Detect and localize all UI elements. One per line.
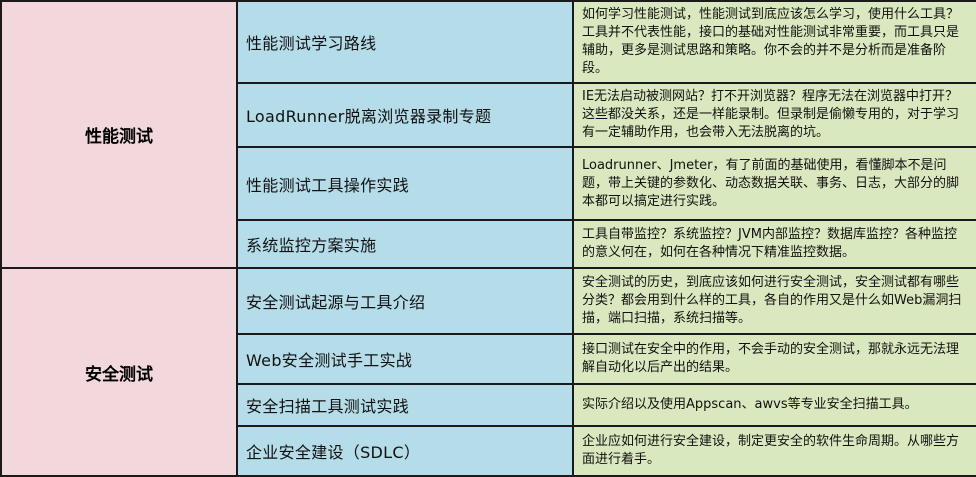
description-cell: 如何学习性能测试，性能测试到底应该怎么学习，使用什么工具？工具并不代表性能，接口…: [572, 0, 976, 84]
topic-cell: 性能测试工具操作实践: [236, 146, 574, 221]
description-cell: IE无法启动被测网站？打不开浏览器？程序无法在浏览器中打开？这些都没关系，还是一…: [572, 82, 976, 148]
course-outline-table: 性能测试 性能测试学习路线 如何学习性能测试，性能测试到底应该怎么学习，使用什么…: [0, 0, 976, 477]
topic-cell: 安全测试起源与工具介绍: [236, 267, 574, 335]
description-cell: Loadrunner、Jmeter，有了前面的基础使用，看懂脚本不是问题，带上关…: [572, 146, 976, 221]
description-cell: 工具自带监控？系统监控？JVM内部监控？数据库监控？各种监控的意义何在，如何在各…: [572, 219, 976, 269]
table-row: 性能测试 性能测试学习路线 如何学习性能测试，性能测试到底应该怎么学习，使用什么…: [0, 0, 976, 269]
topic-cell: 安全扫描工具测试实践: [236, 383, 574, 427]
topic-cell: 系统监控方案实施: [236, 219, 574, 269]
description-cell: 企业应如何进行安全建设，制定更安全的软件生命周期。从哪些方面进行着手。: [572, 425, 976, 477]
description-cell: 实际介绍以及使用Appscan、awvs等专业安全扫描工具。: [572, 383, 976, 427]
description-cell: 安全测试的历史，到底应该如何进行安全测试，安全测试都有哪些分类？都会用到什么样的…: [572, 267, 976, 335]
table-row: 安全测试 安全测试起源与工具介绍 安全测试的历史，到底应该如何进行安全测试，安全…: [0, 267, 976, 477]
topic-cell: 性能测试学习路线: [236, 0, 574, 84]
category-security-testing: 安全测试: [0, 267, 238, 477]
topic-cell: LoadRunner脱离浏览器录制专题: [236, 82, 574, 148]
topic-cell: 企业安全建设（SDLC）: [236, 425, 574, 477]
description-cell: 接口测试在安全中的作用，不会手动的安全测试，那就永远无法理解自动化以后产出的结果…: [572, 333, 976, 385]
topic-cell: Web安全测试手工实战: [236, 333, 574, 385]
category-performance-testing: 性能测试: [0, 0, 238, 269]
